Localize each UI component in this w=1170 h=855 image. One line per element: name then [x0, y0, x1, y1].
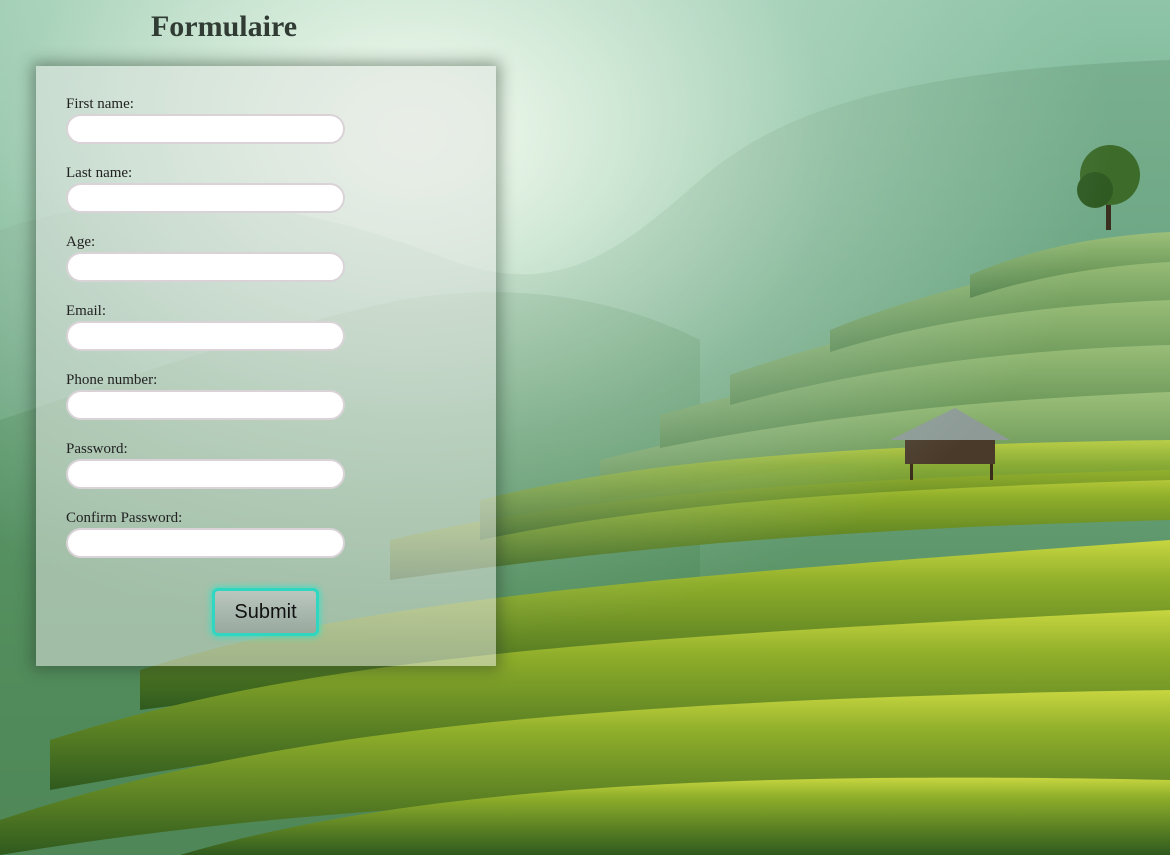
first-name-input[interactable] — [66, 114, 345, 144]
registration-form: First name: Last name: Age: Email: Phone… — [36, 66, 496, 666]
last-name-field: Last name: — [66, 165, 496, 234]
confirm-password-field: Confirm Password: — [66, 510, 496, 579]
email-input[interactable] — [66, 321, 345, 351]
confirm-password-label: Confirm Password: — [66, 510, 183, 526]
password-input[interactable] — [66, 459, 345, 489]
email-label: Email: — [66, 303, 106, 319]
email-field: Email: — [66, 303, 496, 372]
confirm-password-input[interactable] — [66, 528, 345, 558]
first-name-label: First name: — [66, 96, 134, 112]
last-name-input[interactable] — [66, 183, 345, 213]
last-name-label: Last name: — [66, 165, 133, 181]
phone-number-label: Phone number: — [66, 372, 158, 388]
age-label: Age: — [66, 234, 96, 250]
first-name-field: First name: — [66, 96, 496, 165]
age-input[interactable] — [66, 252, 345, 282]
password-field: Password: — [66, 441, 496, 510]
page-title: Formulaire — [150, 10, 298, 43]
age-field: Age: — [66, 234, 496, 303]
password-label: Password: — [66, 441, 128, 457]
submit-button[interactable]: Submit — [212, 588, 319, 636]
phone-number-field: Phone number: — [66, 372, 496, 441]
phone-number-input[interactable] — [66, 390, 345, 420]
